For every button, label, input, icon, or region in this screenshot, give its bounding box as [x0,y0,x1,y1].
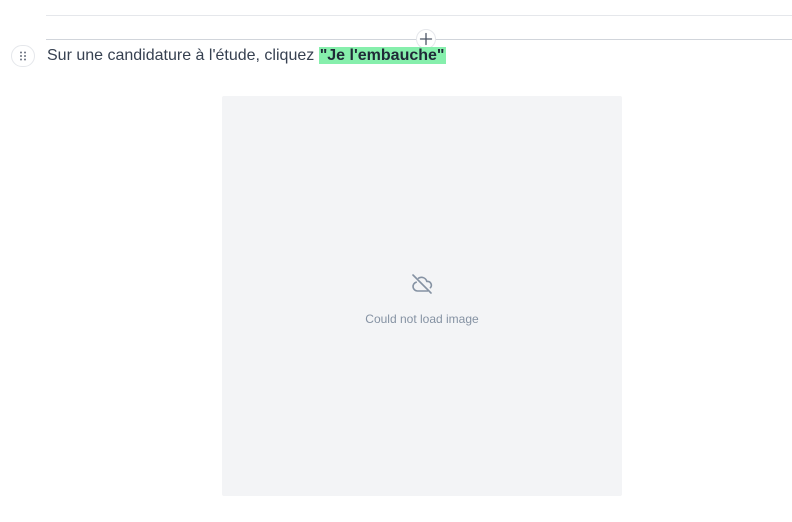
image-block-placeholder[interactable]: Could not load image [222,96,622,496]
image-error-message: Could not load image [365,312,479,326]
editor-page: Sur une candidature à l'étude, cliquez "… [0,0,792,522]
drag-dots-icon [20,51,26,61]
step-text-plain: Sur une candidature à l'étude, cliquez [47,47,319,64]
block-divider [46,15,792,16]
cloud-off-icon [412,274,433,294]
highlighted-button-name: "Je l'embauche" [318,47,446,64]
block-drag-handle[interactable] [11,45,35,67]
step-text[interactable]: Sur une candidature à l'étude, cliquez "… [47,46,446,66]
plus-icon [419,32,433,46]
